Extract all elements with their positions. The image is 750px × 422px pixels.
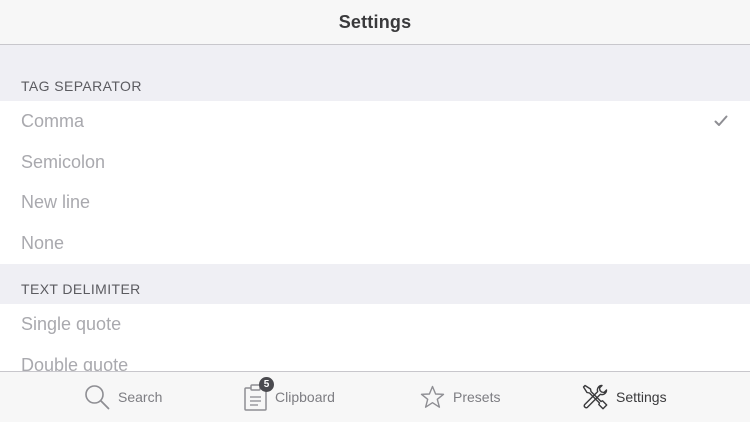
option-semicolon[interactable]: Semicolon: [0, 142, 750, 183]
tab-settings[interactable]: Settings: [582, 372, 667, 422]
option-single-quote[interactable]: Single quote: [0, 304, 750, 345]
tab-label: Search: [118, 389, 163, 405]
search-icon: [84, 384, 110, 410]
tab-clipboard[interactable]: 5 Clipboard: [244, 372, 335, 422]
tab-label: Clipboard: [275, 389, 335, 405]
option-comma[interactable]: Comma: [0, 101, 750, 142]
option-label: New line: [21, 192, 91, 213]
option-label: Single quote: [21, 313, 122, 334]
text-delimiter-group: Single quote Double quote: [0, 304, 750, 371]
option-label: Semicolon: [21, 151, 106, 172]
option-none[interactable]: None: [0, 223, 750, 264]
option-label: Comma: [21, 110, 85, 131]
page-title: Settings: [338, 11, 412, 32]
settings-screen: Settings TAG SEPARATOR Comma Semicolon N…: [0, 0, 750, 422]
tab-search[interactable]: Search: [84, 372, 162, 422]
tools-icon: [582, 384, 608, 410]
option-new-line[interactable]: New line: [0, 183, 750, 224]
option-double-quote[interactable]: Double quote: [0, 345, 750, 371]
clipboard-icon: 5: [244, 377, 274, 411]
star-icon: [420, 385, 445, 409]
section-header-tag-separator: TAG SEPARATOR: [21, 78, 142, 94]
tab-bar: Search 5 Clipboard Presets Settings: [0, 371, 750, 422]
checkmark-icon: [714, 114, 728, 128]
tab-label: Presets: [453, 389, 501, 405]
option-label: Double quote: [21, 354, 129, 371]
clipboard-count-badge: 5: [259, 377, 274, 392]
tab-presets[interactable]: Presets: [420, 372, 500, 422]
settings-list[interactable]: TAG SEPARATOR Comma Semicolon New line N…: [0, 45, 750, 371]
navigation-bar: Settings: [0, 0, 750, 45]
tag-separator-group: Comma Semicolon New line None: [0, 101, 750, 264]
option-label: None: [21, 233, 65, 254]
section-header-text-delimiter: TEXT DELIMITER: [21, 281, 141, 297]
tab-label: Settings: [616, 389, 667, 405]
